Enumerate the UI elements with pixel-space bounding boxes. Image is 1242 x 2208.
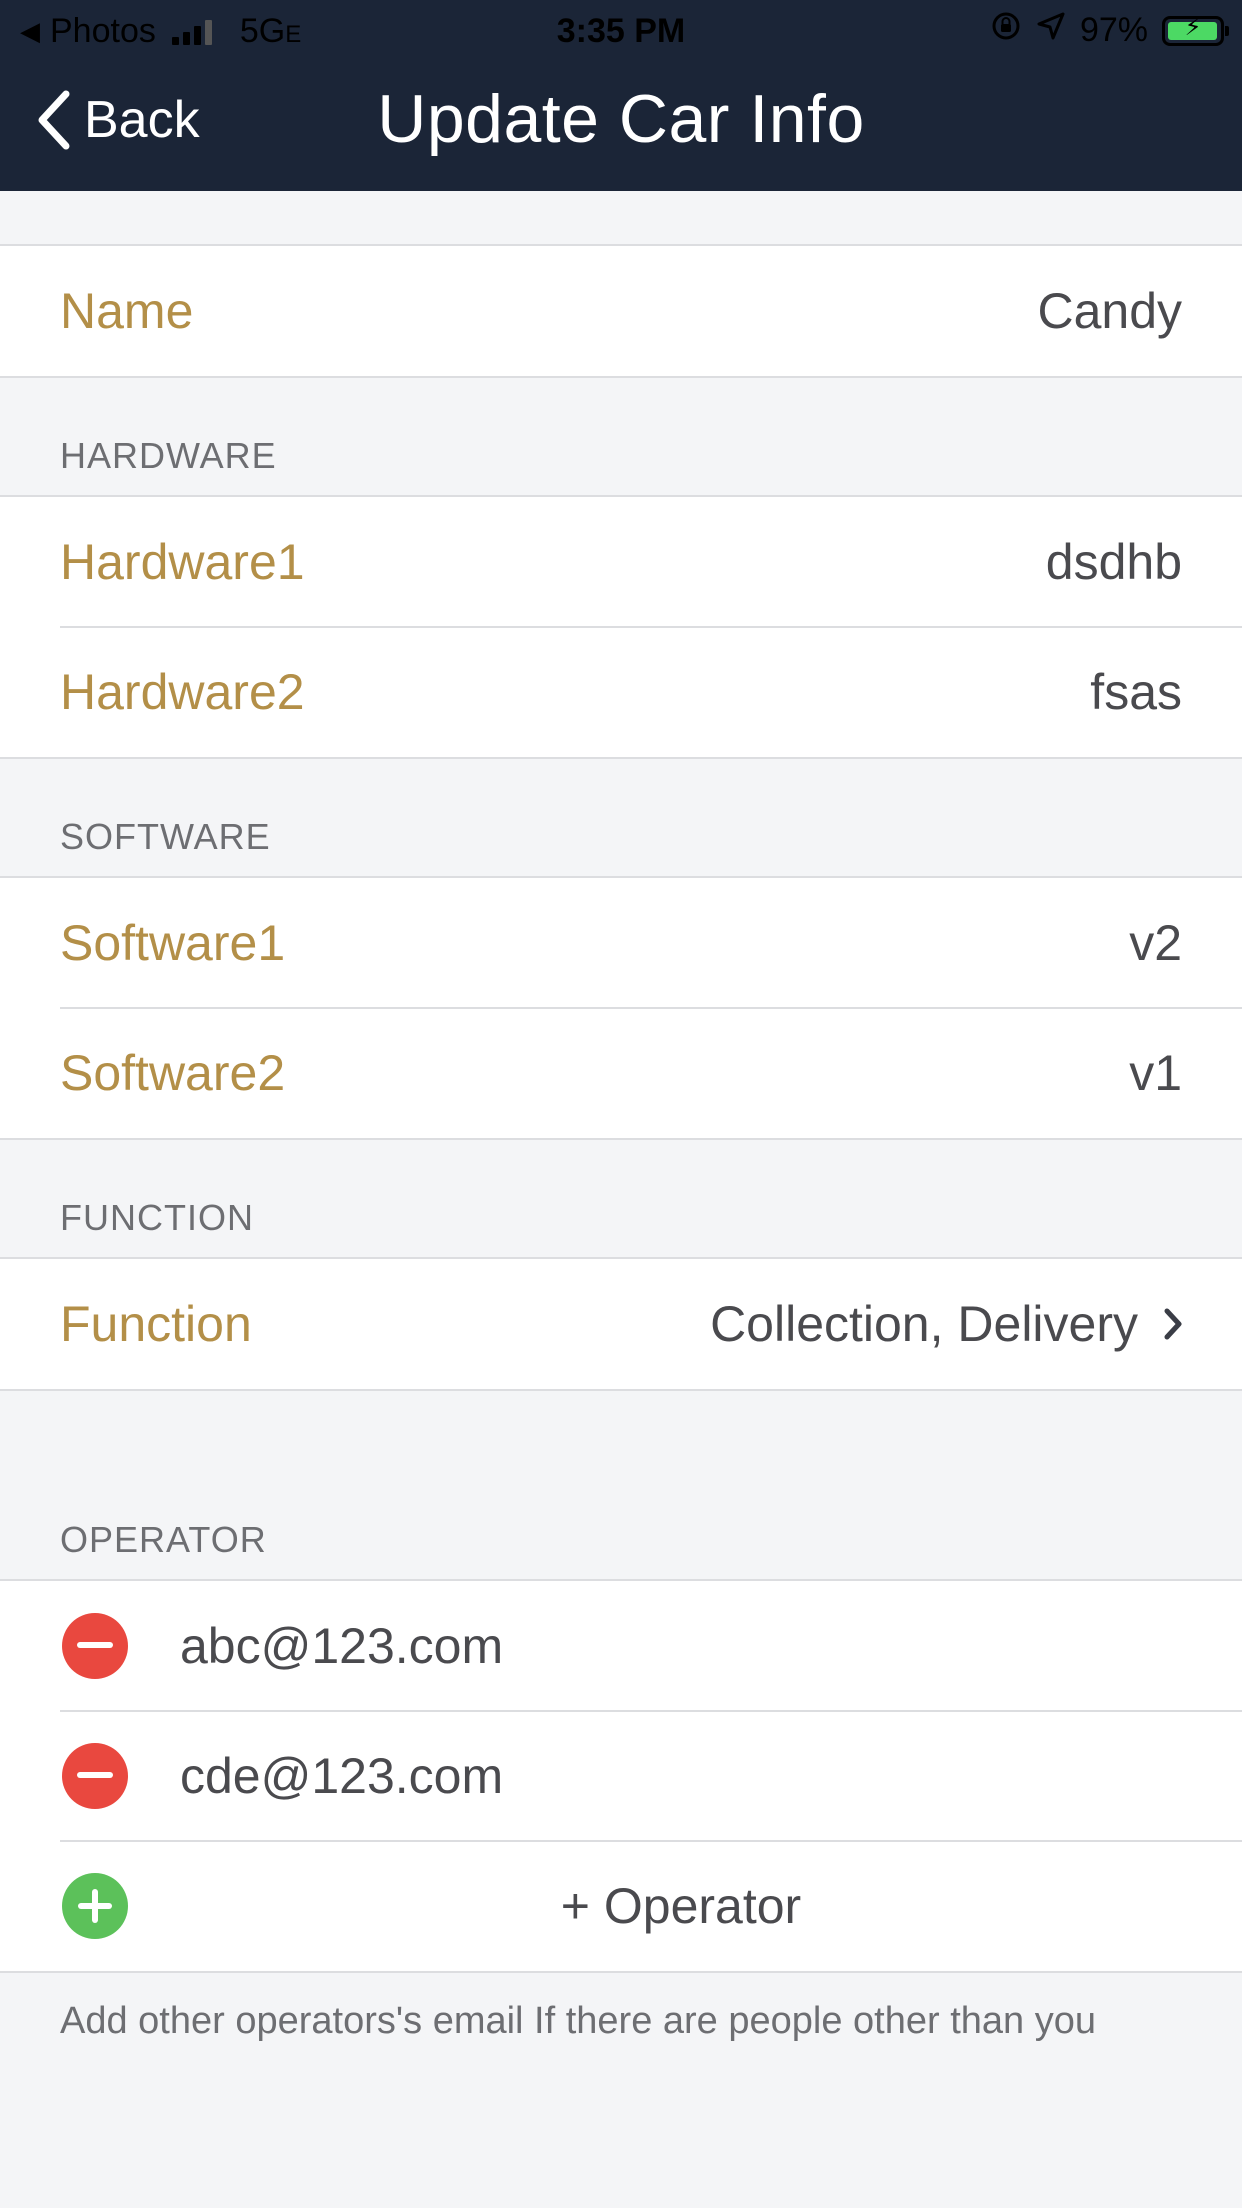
status-right: 97% ⚡ xyxy=(990,10,1229,51)
battery-icon: ⚡ xyxy=(1162,13,1229,46)
orientation-lock-icon xyxy=(990,10,1022,51)
location-icon xyxy=(1036,11,1066,50)
function-group: Function Collection, Delivery xyxy=(0,1257,1242,1391)
software2-label: Software2 xyxy=(60,1045,286,1101)
name-value[interactable]: Candy xyxy=(1037,282,1182,340)
hardware-group: Hardware1 dsdhb Hardware2 fsas xyxy=(0,495,1242,759)
operator-help-text: Add other operators's email If there are… xyxy=(60,2000,1097,2042)
name-group: Name Candy xyxy=(0,244,1242,378)
remove-operator-button[interactable] xyxy=(62,1743,128,1809)
operator-row: cde@123.com xyxy=(0,1710,1242,1841)
operator-section-header: OPERATOR xyxy=(60,1519,267,1560)
name-label: Name xyxy=(60,283,194,339)
form-content: Name Candy HARDWARE Hardware1 dsdhb Hard… xyxy=(0,191,1242,2047)
nav-bar: Back Update Car Info xyxy=(0,62,1242,191)
function-row[interactable]: Function Collection, Delivery xyxy=(0,1259,1242,1389)
hardware1-row[interactable]: Hardware1 dsdhb xyxy=(0,497,1242,627)
chevron-right-icon xyxy=(1164,1308,1182,1340)
minus-icon xyxy=(77,1772,113,1778)
page-title: Update Car Info xyxy=(377,81,865,157)
add-operator-label: + Operator xyxy=(560,1878,802,1934)
software2-value[interactable]: v1 xyxy=(1129,1044,1182,1102)
screen: ◀ Photos 5GE 3:35 PM 97% ⚡ Back Update C… xyxy=(0,0,1242,2208)
top-spacer xyxy=(0,191,1242,244)
add-operator-row[interactable]: + Operator xyxy=(0,1840,1242,1971)
software1-value[interactable]: v2 xyxy=(1129,914,1182,972)
software2-row[interactable]: Software2 v1 xyxy=(0,1007,1242,1138)
software1-row[interactable]: Software1 v2 xyxy=(0,878,1242,1008)
function-value: Collection, Delivery xyxy=(710,1296,1138,1352)
software-group: Software1 v2 Software2 v1 xyxy=(0,876,1242,1140)
charging-bolt-icon: ⚡ xyxy=(1184,13,1202,41)
hardware2-value[interactable]: fsas xyxy=(1090,663,1182,721)
top-bar: ◀ Photos 5GE 3:35 PM 97% ⚡ Back Update C… xyxy=(0,0,1242,191)
function-section-header: FUNCTION xyxy=(60,1197,254,1238)
hardware1-label: Hardware1 xyxy=(60,534,305,590)
operator-row: abc@123.com xyxy=(0,1581,1242,1711)
software1-label: Software1 xyxy=(60,915,286,971)
hardware2-label: Hardware2 xyxy=(60,664,305,720)
hardware1-value[interactable]: dsdhb xyxy=(1046,533,1182,591)
operator-group: abc@123.com cde@123.com + Operator xyxy=(0,1579,1242,1973)
remove-operator-button[interactable] xyxy=(62,1613,128,1679)
minus-icon xyxy=(77,1642,113,1648)
software-section-header: SOFTWARE xyxy=(60,816,271,857)
function-value-wrap: Collection, Delivery xyxy=(710,1295,1182,1353)
hardware2-row[interactable]: Hardware2 fsas xyxy=(0,626,1242,757)
function-label: Function xyxy=(60,1296,252,1352)
operator-email[interactable]: cde@123.com xyxy=(180,1747,503,1805)
hardware-section-header: HARDWARE xyxy=(60,435,277,476)
status-bar: ◀ Photos 5GE 3:35 PM 97% ⚡ xyxy=(0,0,1242,62)
battery-percent: 97% xyxy=(1079,11,1148,49)
name-row[interactable]: Name Candy xyxy=(0,246,1242,376)
operator-email[interactable]: abc@123.com xyxy=(180,1617,503,1675)
